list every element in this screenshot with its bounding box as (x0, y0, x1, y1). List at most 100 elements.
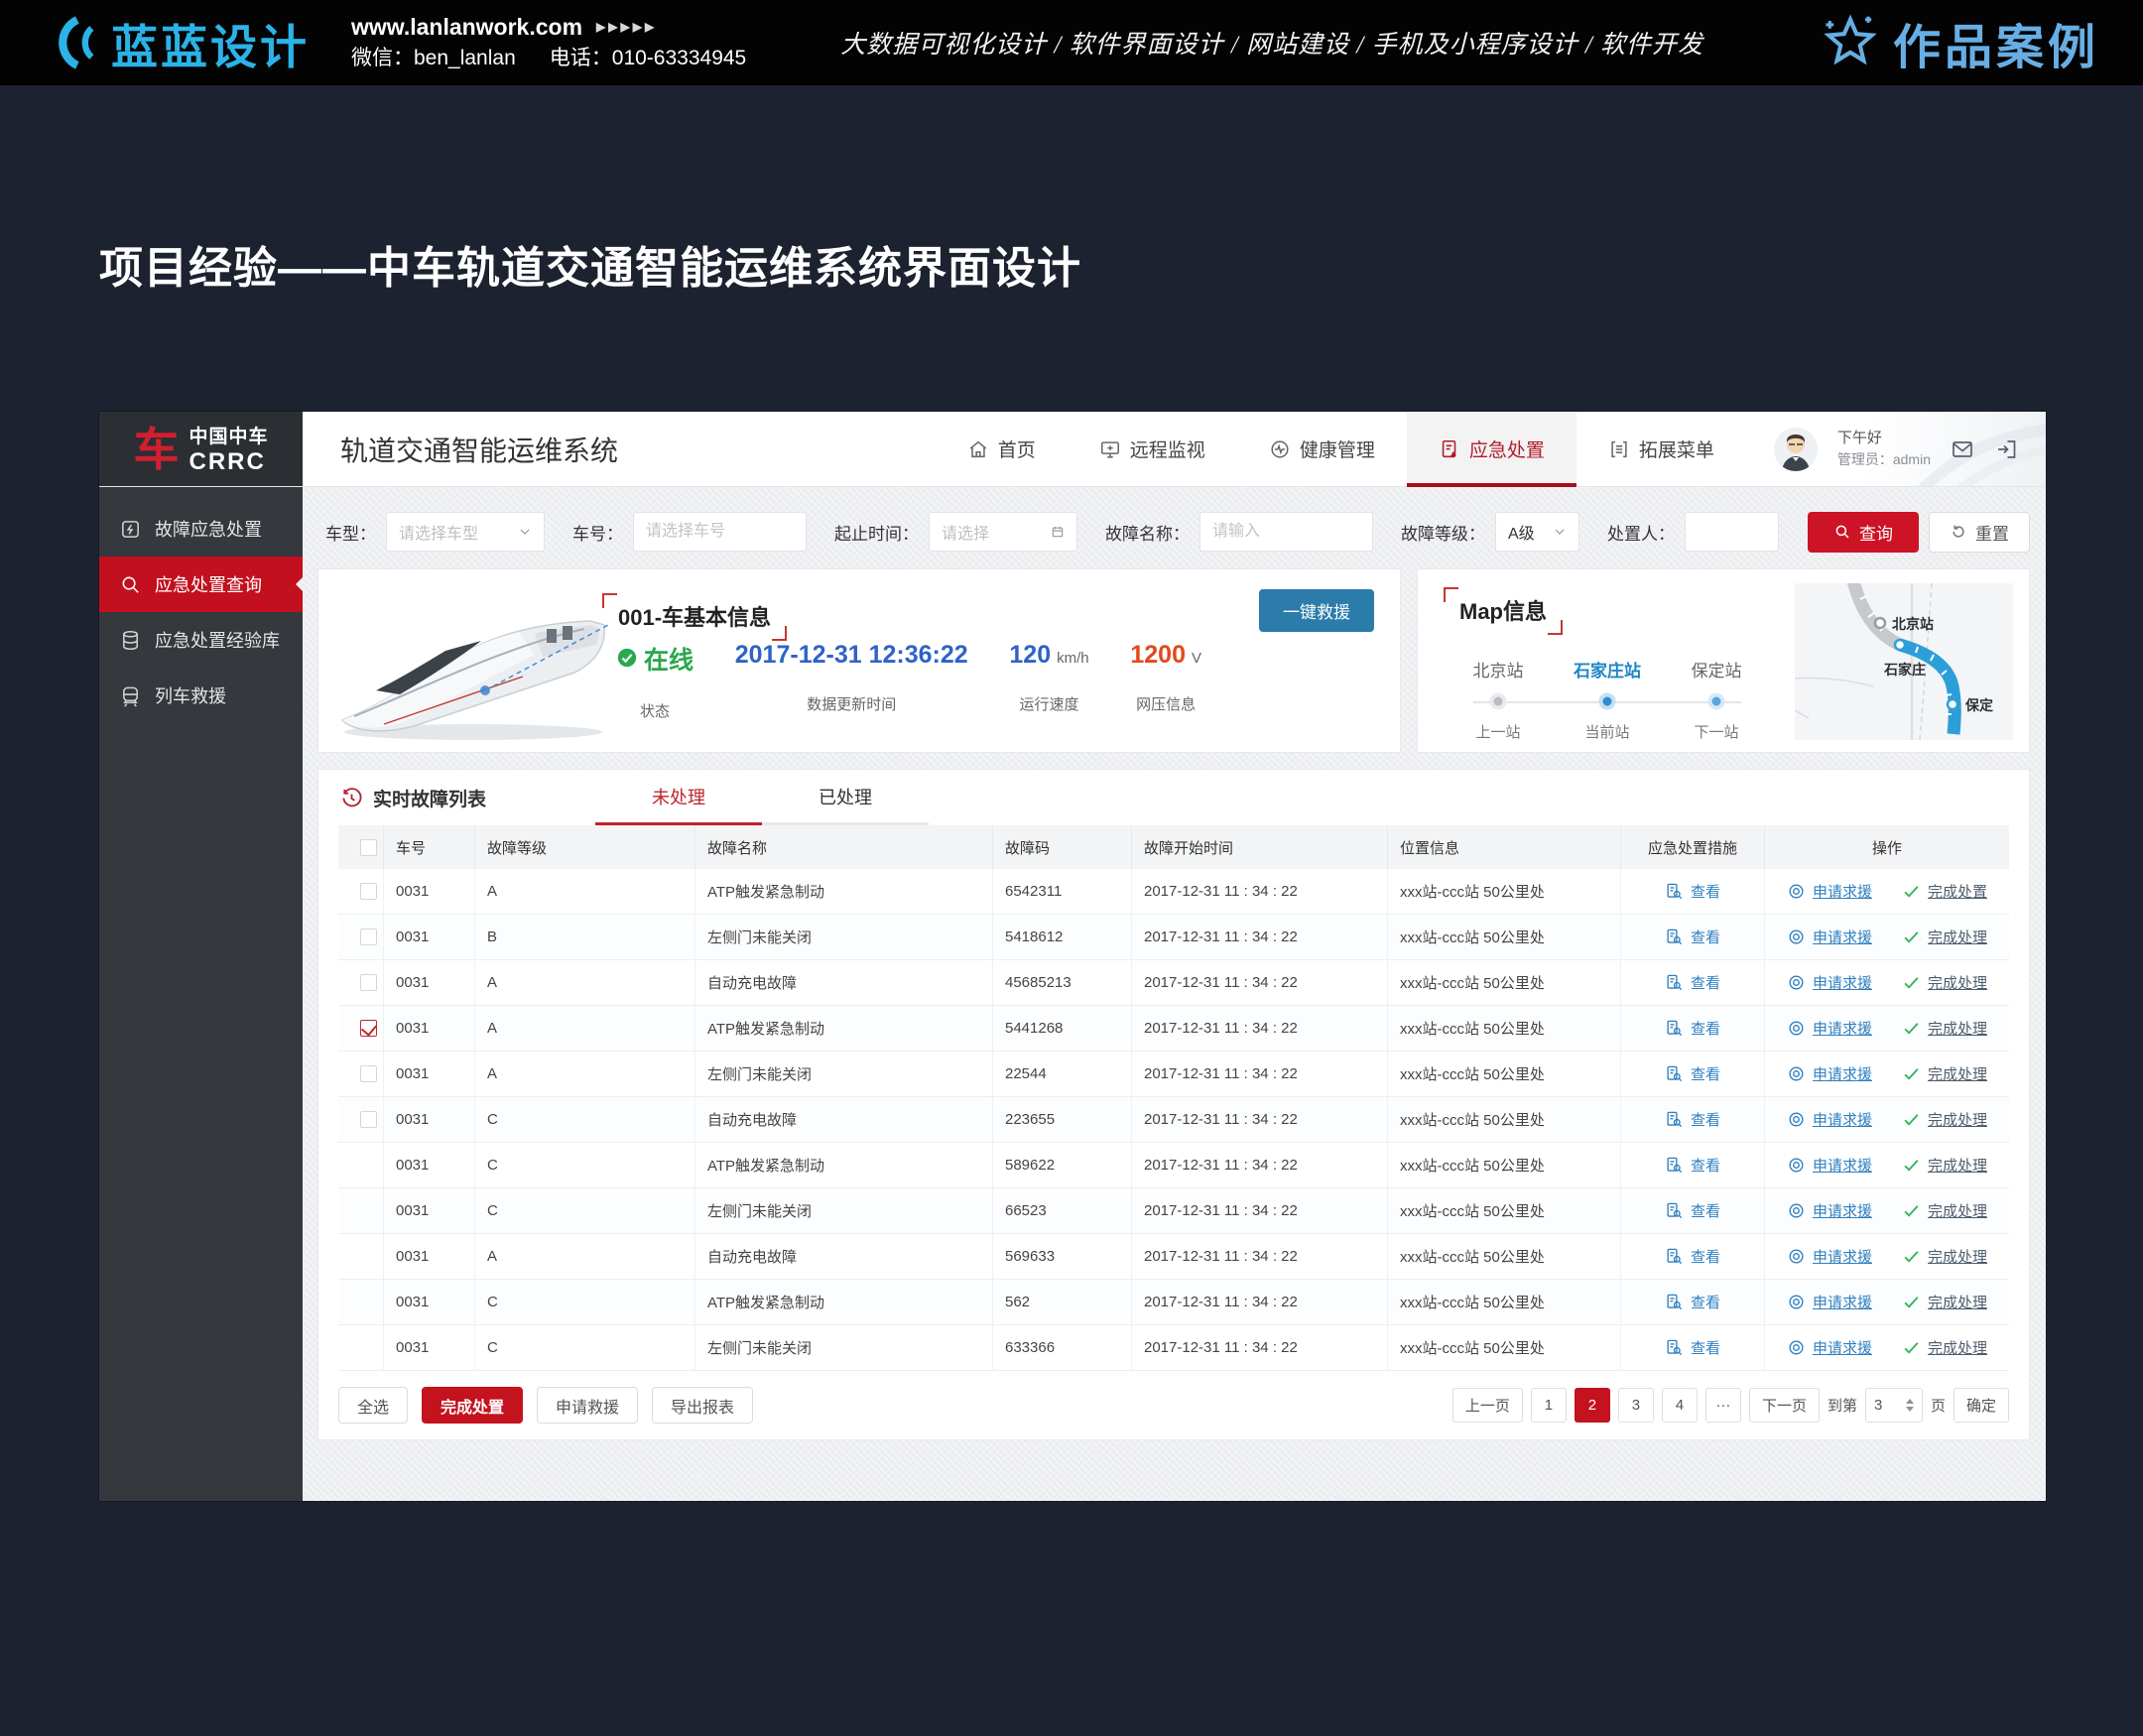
sidebar-item-train-rescue[interactable]: 列车救援 (99, 668, 303, 723)
nav-item-remote-monitor[interactable]: 远程监视 (1068, 412, 1237, 486)
prev-page-button[interactable]: 上一页 (1452, 1388, 1523, 1423)
apply-rescue-button[interactable]: 申请救援 (537, 1387, 638, 1424)
nav-item-health[interactable]: 健康管理 (1237, 412, 1407, 486)
page-ellipsis[interactable]: ··· (1705, 1388, 1741, 1423)
select-all-checkbox[interactable] (360, 839, 377, 856)
time-range-label: 起止时间： (834, 520, 919, 545)
apply-rescue-link[interactable]: 申请求援 (1787, 1063, 1872, 1084)
row-checkbox[interactable] (360, 1065, 377, 1082)
fault-level-select[interactable]: A级 (1495, 512, 1579, 552)
complete-handle-link[interactable]: 完成处理 (1902, 1109, 1987, 1130)
brand-name: 蓝蓝设计 (111, 9, 310, 77)
page-button[interactable]: 3 (1618, 1388, 1654, 1423)
view-link[interactable]: 查看 (1665, 1200, 1720, 1221)
row-checkbox[interactable] (360, 974, 377, 991)
search-button[interactable]: 查询 (1808, 512, 1919, 553)
page-goto-stepper[interactable]: 3 (1865, 1388, 1923, 1423)
sidebar-item-emergency-query[interactable]: 应急处置查询 (99, 557, 303, 612)
fault-name-input[interactable] (1199, 512, 1373, 552)
apply-rescue-link[interactable]: 申请求援 (1787, 1155, 1872, 1176)
prev-station-name: 北京站 (1444, 657, 1553, 682)
page-button[interactable]: 4 (1662, 1388, 1698, 1423)
check-icon (1902, 1019, 1921, 1038)
reset-button[interactable]: 重置 (1929, 512, 2030, 553)
contact-info: www.lanlanwork.com ▶▶▶▶▶ 微信：ben_lanlan 电… (351, 11, 746, 74)
view-link[interactable]: 查看 (1665, 1246, 1720, 1267)
nav-item-emergency[interactable]: 应急处置 (1407, 412, 1576, 486)
logout-icon[interactable] (1994, 437, 2018, 461)
view-doc-icon (1665, 1338, 1684, 1357)
row-checkbox[interactable] (360, 929, 377, 945)
sidebar-item-fault-emergency[interactable]: 故障应急处置 (99, 501, 303, 557)
nav-label: 首页 (998, 435, 1036, 462)
apply-rescue-link[interactable]: 申请求援 (1787, 1200, 1872, 1221)
view-link[interactable]: 查看 (1665, 1155, 1720, 1176)
monitor-icon (1099, 438, 1121, 460)
complete-handle-link[interactable]: 完成处理 (1902, 1337, 1987, 1358)
row-checkbox[interactable] (360, 1111, 377, 1128)
view-link[interactable]: 查看 (1665, 1063, 1720, 1084)
map-card-title: Map信息 (1444, 587, 1563, 635)
greeting-text: 下午好 (1837, 428, 1931, 450)
view-link[interactable]: 查看 (1665, 1337, 1720, 1358)
complete-handle-button[interactable]: 完成处置 (422, 1387, 523, 1424)
apply-rescue-link[interactable]: 申请求援 (1787, 1246, 1872, 1267)
apply-rescue-link[interactable]: 申请求援 (1787, 972, 1872, 993)
complete-handle-link[interactable]: 完成处置 (1902, 881, 1987, 902)
apply-rescue-link[interactable]: 申请求援 (1787, 881, 1872, 902)
view-link[interactable]: 查看 (1665, 927, 1720, 947)
view-link[interactable]: 查看 (1665, 1018, 1720, 1039)
view-link[interactable]: 查看 (1665, 972, 1720, 993)
mail-icon[interactable] (1951, 437, 1974, 461)
row-checkbox[interactable] (360, 883, 377, 900)
apply-rescue-link[interactable]: 申请求援 (1787, 927, 1872, 947)
apply-rescue-link[interactable]: 申请求援 (1787, 1109, 1872, 1130)
lifebuoy-icon (1787, 1064, 1806, 1083)
apply-rescue-link[interactable]: 申请求援 (1787, 1337, 1872, 1358)
car-type-select[interactable]: 请选择车型 (386, 512, 545, 552)
table-row: 0031 C 左侧门未能关闭 633366 2017-12-31 11 : 34… (338, 1325, 2009, 1371)
next-page-button[interactable]: 下一页 (1749, 1388, 1820, 1423)
table-row: 0031 A 左侧门未能关闭 22544 2017-12-31 11 : 34 … (338, 1052, 2009, 1097)
complete-handle-link[interactable]: 完成处理 (1902, 1246, 1987, 1267)
view-link[interactable]: 查看 (1665, 1109, 1720, 1130)
train-image (324, 585, 622, 746)
complete-handle-link[interactable]: 完成处理 (1902, 1200, 1987, 1221)
stepper-arrows-icon[interactable] (1906, 1399, 1914, 1412)
row-checkbox[interactable] (360, 1020, 377, 1037)
train-icon (119, 684, 142, 707)
complete-handle-link[interactable]: 完成处理 (1902, 972, 1987, 993)
view-link[interactable]: 查看 (1665, 1292, 1720, 1312)
select-all-button[interactable]: 全选 (338, 1387, 408, 1424)
car-no-input[interactable] (633, 512, 807, 552)
page-button[interactable]: 2 (1575, 1388, 1610, 1423)
expand-menu-icon (1608, 438, 1630, 460)
view-link[interactable]: 查看 (1665, 881, 1720, 902)
tab-unhandled[interactable]: 未处理 (595, 770, 762, 825)
avatar[interactable] (1774, 428, 1818, 471)
map-info-card: Map信息 北京站 石家庄站 保定站 (1417, 568, 2030, 753)
check-icon (1902, 1110, 1921, 1129)
goto-confirm-button[interactable]: 确定 (1954, 1388, 2009, 1423)
apply-rescue-link[interactable]: 申请求援 (1787, 1018, 1872, 1039)
nav-item-home[interactable]: 首页 (936, 412, 1068, 486)
fault-name-label: 故障名称： (1105, 520, 1190, 545)
goto-suffix: 页 (1931, 1395, 1946, 1416)
apply-rescue-link[interactable]: 申请求援 (1787, 1292, 1872, 1312)
phone-text: 电话：010-63334945 (550, 44, 746, 73)
station-progress: 北京站 石家庄站 保定站 上一站 当前站 (1444, 657, 1771, 742)
tab-handled[interactable]: 已处理 (762, 770, 929, 825)
handler-input[interactable] (1685, 512, 1779, 552)
export-report-button[interactable]: 导出报表 (652, 1387, 753, 1424)
complete-handle-link[interactable]: 完成处理 (1902, 1292, 1987, 1312)
complete-handle-link[interactable]: 完成处理 (1902, 927, 1987, 947)
sidebar-item-experience-library[interactable]: 应急处置经验库 (99, 612, 303, 668)
complete-handle-link[interactable]: 完成处理 (1902, 1155, 1987, 1176)
view-doc-icon (1665, 1201, 1684, 1220)
complete-handle-link[interactable]: 完成处理 (1902, 1063, 1987, 1084)
complete-handle-link[interactable]: 完成处理 (1902, 1018, 1987, 1039)
date-picker[interactable]: 请选择 (929, 512, 1077, 552)
page-button[interactable]: 1 (1531, 1388, 1567, 1423)
nav-item-expand-menu[interactable]: 拓展菜单 (1576, 412, 1746, 486)
one-key-rescue-button[interactable]: 一键救援 (1259, 589, 1374, 632)
